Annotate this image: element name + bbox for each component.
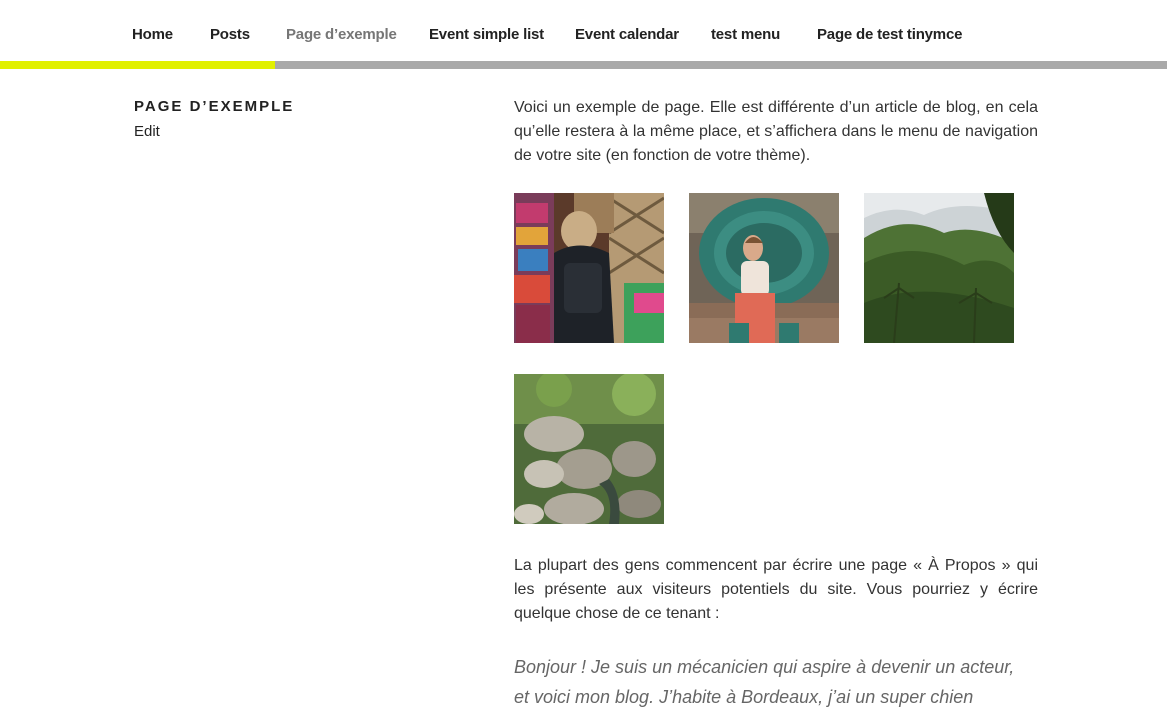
nav-item-home[interactable]: Home xyxy=(132,26,173,43)
intro-paragraph: Voici un exemple de page. Elle est diffé… xyxy=(514,99,1038,164)
nav-item-page-de-test-tinymce[interactable]: Page de test tinymce xyxy=(817,26,962,43)
image-gallery xyxy=(514,193,1038,524)
main-navigation: Home Posts Page d’exemple Event simple l… xyxy=(0,0,1167,61)
gallery-image-valley[interactable] xyxy=(864,193,1014,343)
nav-underline-bar xyxy=(275,61,1167,69)
nav-item-event-calendar[interactable]: Event calendar xyxy=(575,26,679,43)
nav-accent-bar xyxy=(0,61,275,69)
entry-content: Voici un exemple de page. Elle est diffé… xyxy=(514,96,1038,168)
about-paragraph: La plupart des gens commencent par écrir… xyxy=(514,557,1038,622)
nav-item-posts[interactable]: Posts xyxy=(210,26,250,43)
page-title: Page d’exemple xyxy=(134,98,295,115)
gallery-image-river[interactable] xyxy=(514,374,664,524)
gallery-image-market[interactable] xyxy=(514,193,664,343)
example-quote: Bonjour ! Je suis un mécanicien qui aspi… xyxy=(514,652,1044,712)
nav-item-test-menu[interactable]: test menu xyxy=(711,26,780,43)
quote-line-2: et voici mon blog. J’habite à Bordeaux, … xyxy=(514,687,974,707)
gallery-image-chair[interactable] xyxy=(689,193,839,343)
quote-line-1: Bonjour ! Je suis un mécanicien qui aspi… xyxy=(514,657,1015,677)
nav-item-event-simple-list[interactable]: Event simple list xyxy=(429,26,544,43)
nav-item-page-exemple[interactable]: Page d’exemple xyxy=(286,26,397,43)
edit-link[interactable]: Edit xyxy=(134,123,160,140)
